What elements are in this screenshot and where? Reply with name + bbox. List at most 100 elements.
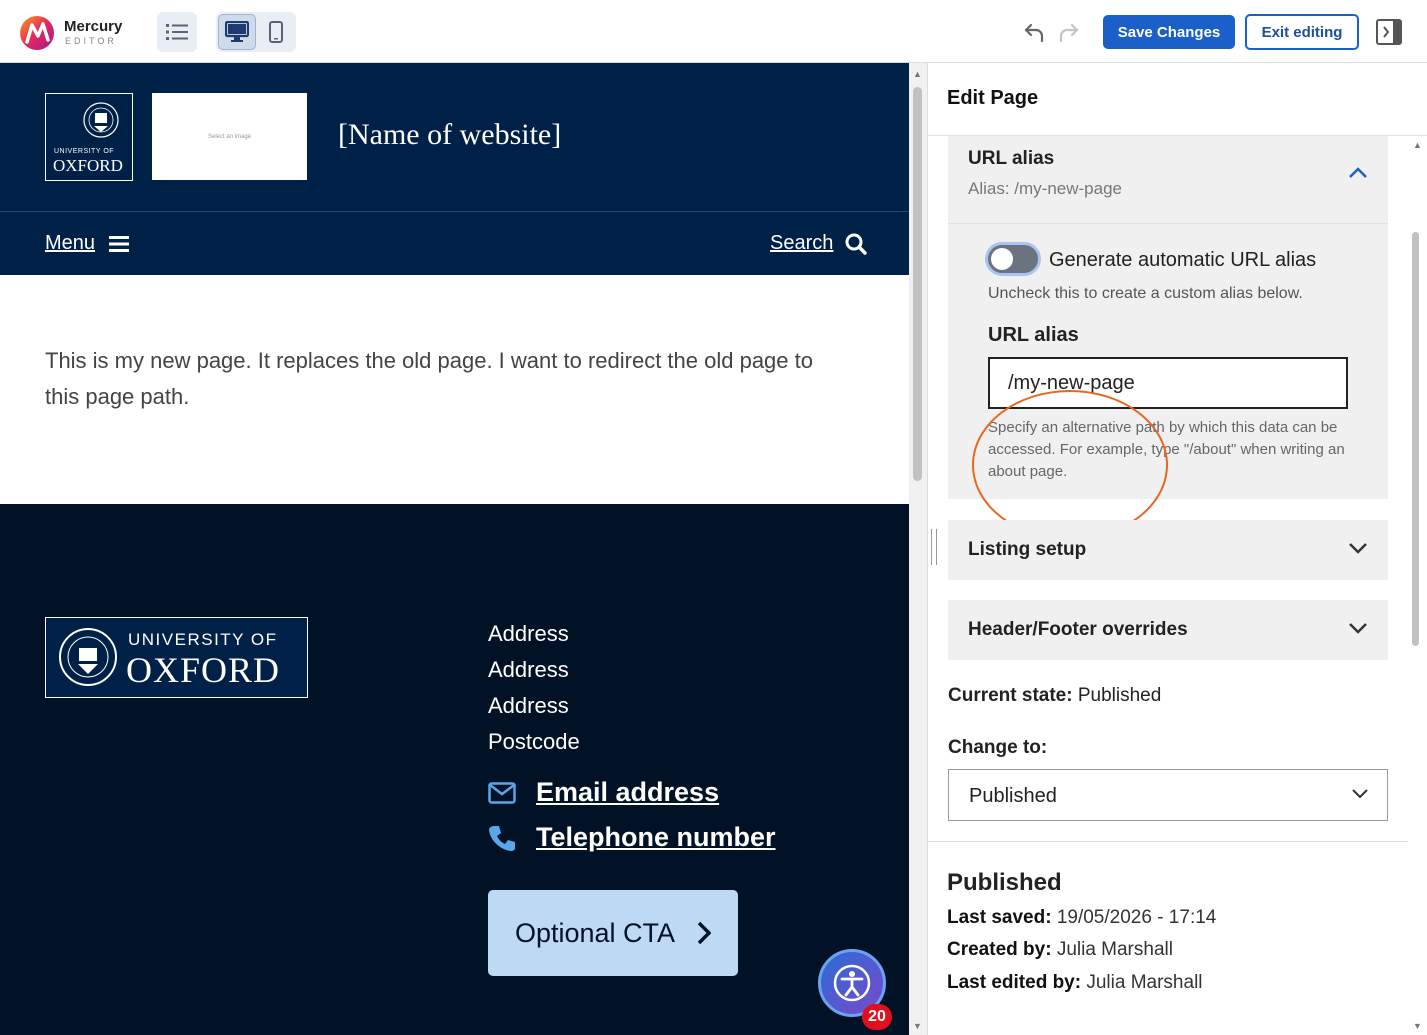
site-header: UNIVERSITY OF OXFORD Select an image [Na… (0, 63, 909, 211)
accessibility-icon (833, 964, 871, 1002)
created-by-label: Created by: (947, 939, 1052, 960)
header-logo-line2: OXFORD (53, 156, 123, 175)
outline-button[interactable] (157, 12, 197, 52)
listing-setup-title: Listing setup (968, 539, 1087, 560)
sidebar-scroll-thumb[interactable] (1412, 232, 1419, 646)
toggle-knob (991, 248, 1013, 270)
email-label: Email address (536, 777, 720, 807)
sidebar-title: Edit Page (947, 87, 1039, 109)
current-state: Current state: Published (948, 685, 1161, 707)
chevron-down-icon (1352, 789, 1368, 799)
desktop-view-button[interactable] (218, 14, 256, 50)
created-by: Created by: Julia Marshall (947, 939, 1173, 961)
last-saved-label: Last saved: (947, 907, 1052, 928)
mobile-icon (269, 21, 283, 43)
save-changes-button[interactable]: Save Changes (1103, 15, 1235, 49)
page-body-text[interactable]: This is my new page. It replaces the old… (45, 343, 845, 415)
url-alias-section: URL alias Alias: /my-new-page Generate a… (948, 136, 1388, 540)
device-switcher (216, 12, 296, 52)
moderation-state-select[interactable]: Published (948, 769, 1388, 821)
sidebar-resize-handle[interactable] (931, 529, 937, 565)
moderation-state-value: Published (969, 785, 1057, 807)
footer-logo-line1: UNIVERSITY OF (128, 630, 278, 649)
address-line-1: Address (488, 621, 569, 646)
telephone-link[interactable]: Telephone number (488, 822, 776, 853)
change-to-label: Change to: (948, 737, 1048, 758)
editor-toolbar: Mercury EDITOR Save Changes Exit editing (0, 0, 1427, 63)
search-button[interactable]: Search (770, 232, 868, 255)
preview-scrollbar[interactable]: ▲ ▼ (909, 63, 927, 1035)
site-nav: Menu Search (0, 211, 909, 275)
mercury-logo-icon (20, 16, 54, 50)
chevron-right-icon (697, 921, 712, 945)
auto-alias-toggle[interactable] (985, 242, 1041, 276)
accessibility-count-badge: 20 (862, 1004, 892, 1030)
list-icon (166, 24, 188, 40)
menu-label: Menu (45, 232, 96, 254)
status-heading: Published (947, 869, 1062, 896)
alias-field-label: URL alias (988, 324, 1079, 346)
page-preview: UNIVERSITY OF OXFORD Select an image [Na… (0, 63, 909, 1035)
image-placeholder[interactable]: Select an image (152, 93, 307, 180)
brand-sub: EDITOR (65, 36, 117, 46)
panel-collapse-icon[interactable] (1376, 18, 1402, 46)
email-link[interactable]: Email address (488, 777, 719, 808)
footer-logo-line2: OXFORD (126, 650, 281, 690)
edit-page-sidebar: Edit Page URL alias Alias: /my-new-page … (927, 63, 1427, 1035)
optional-cta-button[interactable]: Optional CTA (488, 890, 738, 976)
current-state-value: Published (1077, 685, 1162, 706)
sidebar-scrollbar[interactable]: ▲ ▼ (1407, 136, 1427, 1035)
mercury-logo: Mercury EDITOR (18, 12, 128, 52)
redo-icon (1059, 23, 1079, 43)
chevron-down-icon (1349, 543, 1367, 554)
oxford-crest-icon (59, 628, 117, 686)
phone-icon (489, 825, 515, 851)
alias-field-help: Specify an alternative path by which thi… (988, 419, 1345, 480)
mobile-view-button[interactable] (258, 14, 294, 50)
url-alias-header[interactable]: URL alias Alias: /my-new-page (948, 136, 1388, 224)
oxford-logo[interactable]: UNIVERSITY OF OXFORD (45, 93, 133, 181)
search-label: Search (770, 232, 834, 254)
listing-setup-section[interactable]: Listing setup (948, 520, 1388, 580)
url-alias-title: URL alias (968, 148, 1055, 169)
scroll-down-icon[interactable]: ▼ (1413, 1021, 1422, 1031)
chevron-up-icon (1349, 167, 1367, 178)
brand-name: Mercury (64, 18, 123, 35)
created-by-value: Julia Marshall (1056, 939, 1173, 960)
meta-divider (928, 841, 1408, 842)
footer-oxford-logo[interactable]: UNIVERSITY OF OXFORD (45, 617, 308, 698)
envelope-icon (488, 781, 516, 804)
last-edited-value: Julia Marshall (1086, 972, 1203, 993)
auto-alias-help: Uncheck this to create a custom alias be… (988, 285, 1303, 302)
undo-icon (1024, 23, 1044, 43)
cta-label: Optional CTA (514, 917, 676, 948)
chevron-down-icon (1349, 623, 1367, 634)
menu-button[interactable]: Menu (45, 232, 130, 255)
telephone-label: Telephone number (536, 822, 776, 852)
header-logo-line1: UNIVERSITY OF (54, 148, 115, 155)
site-name[interactable]: [Name of website] (338, 118, 561, 152)
address-line-2: Address (488, 657, 569, 682)
last-edited-label: Last edited by: (947, 972, 1082, 993)
desktop-icon (225, 21, 249, 42)
preview-scroll-thumb[interactable] (913, 87, 922, 481)
auto-alias-label[interactable]: Generate automatic URL alias (1049, 249, 1316, 272)
search-icon (845, 233, 868, 255)
last-edited-by: Last edited by: Julia Marshall (947, 972, 1203, 994)
current-state-label: Current state: (948, 685, 1073, 706)
exit-editing-button[interactable]: Exit editing (1245, 14, 1359, 50)
url-alias-summary: Alias: /my-new-page (968, 179, 1123, 198)
header-footer-overrides-section[interactable]: Header/Footer overrides (948, 600, 1388, 660)
hamburger-icon (109, 235, 130, 252)
last-saved-value: 19/05/2026 - 17:14 (1056, 907, 1217, 928)
url-alias-input[interactable] (988, 357, 1348, 409)
redo-button[interactable] (1055, 18, 1081, 46)
address-line-3: Address (488, 693, 569, 718)
header-footer-overrides-title: Header/Footer overrides (968, 619, 1188, 640)
undo-button[interactable] (1022, 18, 1048, 46)
scroll-down-icon[interactable]: ▼ (913, 1021, 922, 1031)
site-footer: UNIVERSITY OF OXFORD Address Address Add… (0, 504, 909, 1035)
scroll-up-icon[interactable]: ▲ (1413, 140, 1422, 150)
scroll-up-icon[interactable]: ▲ (913, 69, 922, 79)
last-saved: Last saved: 19/05/2026 - 17:14 (947, 907, 1216, 929)
